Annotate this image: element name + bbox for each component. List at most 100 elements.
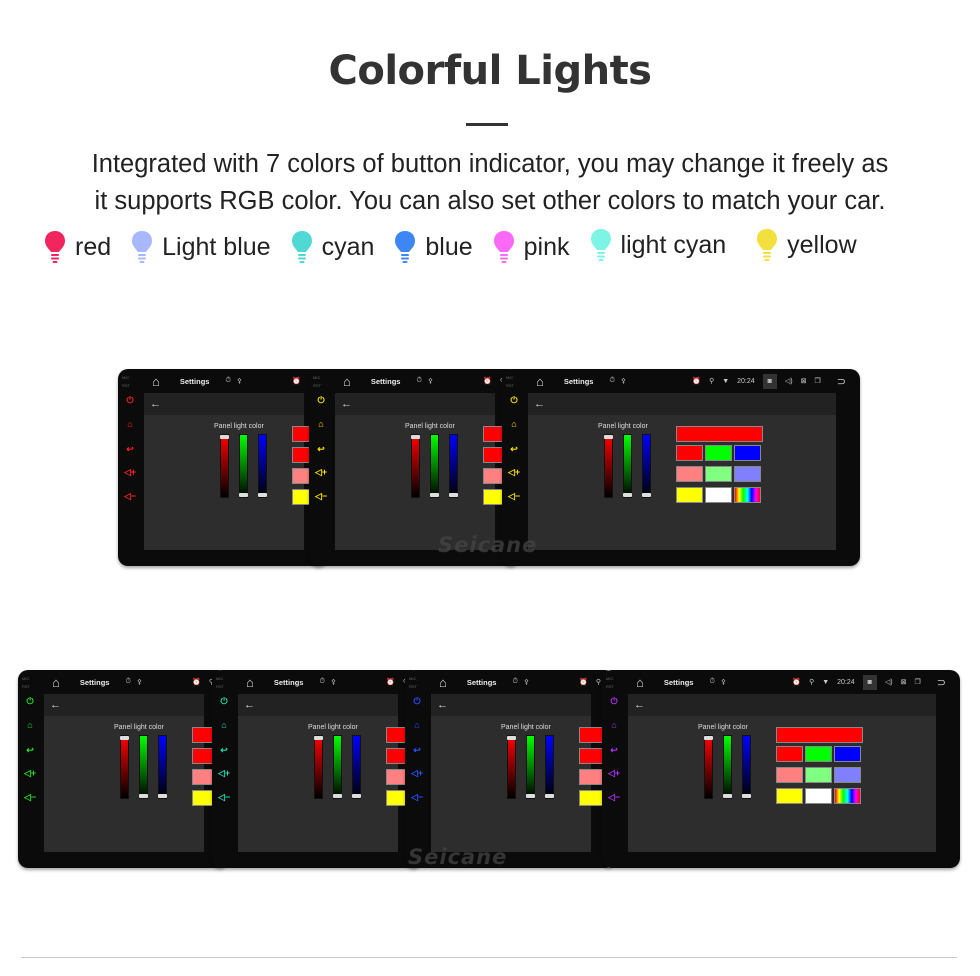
back-icon[interactable]: ↩ <box>411 745 423 756</box>
rgb-slider[interactable] <box>333 735 342 799</box>
rgb-slider[interactable] <box>526 735 535 799</box>
home-icon[interactable]: ⌂ <box>152 374 160 389</box>
volume-up-icon[interactable]: ◁+ <box>315 467 327 478</box>
color-swatch[interactable] <box>834 788 861 804</box>
volume-down-icon[interactable]: ◁− <box>411 792 423 803</box>
volume-down-icon[interactable]: ◁− <box>315 491 327 502</box>
volume-icon[interactable]: ◁) <box>785 377 793 385</box>
back-icon[interactable]: ↩ <box>124 444 136 455</box>
volume-up-icon[interactable]: ◁+ <box>608 768 620 779</box>
rgb-slider[interactable] <box>139 735 148 799</box>
back-nav-icon[interactable]: ⊃ <box>937 676 946 689</box>
power-icon[interactable]: ⏻ <box>315 395 327 406</box>
volume-down-icon[interactable]: ◁− <box>608 792 620 803</box>
power-icon[interactable]: ⏻ <box>24 696 36 707</box>
arrow-left-icon[interactable]: ← <box>341 398 352 410</box>
arrow-left-icon[interactable]: ← <box>150 398 161 410</box>
color-swatch[interactable] <box>805 767 832 783</box>
home-icon[interactable]: ⌂ <box>536 374 544 389</box>
home-icon[interactable]: ⌂ <box>246 675 254 690</box>
color-swatch[interactable] <box>834 767 861 783</box>
home-icon[interactable]: ⌂ <box>52 675 60 690</box>
home-icon[interactable]: ⌂ <box>124 419 136 429</box>
slider-knob[interactable] <box>642 493 651 497</box>
camera-icon[interactable]: ◙ <box>762 373 777 389</box>
rgb-slider[interactable] <box>314 735 323 799</box>
color-swatch[interactable] <box>705 466 732 482</box>
rgb-slider[interactable] <box>742 735 751 799</box>
color-swatch[interactable] <box>734 445 761 461</box>
power-icon[interactable]: ⏻ <box>218 696 230 707</box>
volume-down-icon[interactable]: ◁− <box>218 792 230 803</box>
home-icon[interactable]: ⌂ <box>343 374 351 389</box>
slider-knob[interactable] <box>526 794 535 798</box>
rgb-slider[interactable] <box>704 735 713 799</box>
home-icon[interactable]: ⌂ <box>439 675 447 690</box>
home-icon[interactable]: ⌂ <box>636 675 644 690</box>
slider-knob[interactable] <box>449 493 458 497</box>
rgb-slider[interactable] <box>220 434 229 498</box>
volume-up-icon[interactable]: ◁+ <box>24 768 36 779</box>
power-icon[interactable]: ⏻ <box>508 395 520 406</box>
slider-knob[interactable] <box>742 794 751 798</box>
color-swatch[interactable] <box>805 746 832 762</box>
close-app-icon[interactable]: ⊠ <box>801 377 807 385</box>
rgb-slider[interactable] <box>158 735 167 799</box>
close-app-icon[interactable]: ⊠ <box>901 678 907 686</box>
arrow-left-icon[interactable]: ← <box>634 699 645 711</box>
color-swatch[interactable] <box>776 746 803 762</box>
home-icon[interactable]: ⌂ <box>508 419 520 429</box>
color-swatch[interactable] <box>805 788 832 804</box>
volume-up-icon[interactable]: ◁+ <box>218 768 230 779</box>
rgb-slider[interactable] <box>430 434 439 498</box>
rgb-slider[interactable] <box>545 735 554 799</box>
color-swatch[interactable] <box>676 466 703 482</box>
color-swatch[interactable] <box>734 487 761 503</box>
home-icon[interactable]: ⌂ <box>218 720 230 730</box>
rgb-slider[interactable] <box>239 434 248 498</box>
volume-up-icon[interactable]: ◁+ <box>411 768 423 779</box>
arrow-left-icon[interactable]: ← <box>534 398 545 410</box>
recent-apps-icon[interactable]: ❐ <box>915 678 921 686</box>
slider-knob[interactable] <box>158 794 167 798</box>
slider-knob[interactable] <box>139 794 148 798</box>
home-icon[interactable]: ⌂ <box>315 419 327 429</box>
back-icon[interactable]: ↩ <box>608 745 620 756</box>
power-icon[interactable]: ⏻ <box>124 395 136 406</box>
slider-knob[interactable] <box>411 435 420 439</box>
slider-knob[interactable] <box>220 435 229 439</box>
color-swatch[interactable] <box>705 487 732 503</box>
volume-down-icon[interactable]: ◁− <box>124 491 136 502</box>
slider-knob[interactable] <box>352 794 361 798</box>
back-icon[interactable]: ↩ <box>218 745 230 756</box>
slider-knob[interactable] <box>258 493 267 497</box>
back-icon[interactable]: ↩ <box>315 444 327 455</box>
volume-up-icon[interactable]: ◁+ <box>124 467 136 478</box>
slider-knob[interactable] <box>239 493 248 497</box>
rgb-slider[interactable] <box>258 434 267 498</box>
slider-knob[interactable] <box>545 794 554 798</box>
volume-down-icon[interactable]: ◁− <box>24 792 36 803</box>
color-swatch[interactable] <box>834 746 861 762</box>
back-nav-icon[interactable]: ⊃ <box>837 375 846 388</box>
slider-knob[interactable] <box>623 493 632 497</box>
volume-up-icon[interactable]: ◁+ <box>508 467 520 478</box>
home-icon[interactable]: ⌂ <box>608 720 620 730</box>
arrow-left-icon[interactable]: ← <box>244 699 255 711</box>
color-swatch-selected[interactable] <box>776 727 863 743</box>
power-icon[interactable]: ⏻ <box>608 696 620 707</box>
rgb-slider[interactable] <box>507 735 516 799</box>
slider-knob[interactable] <box>430 493 439 497</box>
color-swatch[interactable] <box>776 767 803 783</box>
volume-down-icon[interactable]: ◁− <box>508 491 520 502</box>
color-swatch-selected[interactable] <box>676 426 763 442</box>
back-icon[interactable]: ↩ <box>24 745 36 756</box>
color-swatch[interactable] <box>676 487 703 503</box>
slider-knob[interactable] <box>333 794 342 798</box>
color-swatch[interactable] <box>734 466 761 482</box>
rgb-slider[interactable] <box>623 434 632 498</box>
arrow-left-icon[interactable]: ← <box>437 699 448 711</box>
color-swatch[interactable] <box>676 445 703 461</box>
slider-knob[interactable] <box>704 736 713 740</box>
color-swatch[interactable] <box>776 788 803 804</box>
